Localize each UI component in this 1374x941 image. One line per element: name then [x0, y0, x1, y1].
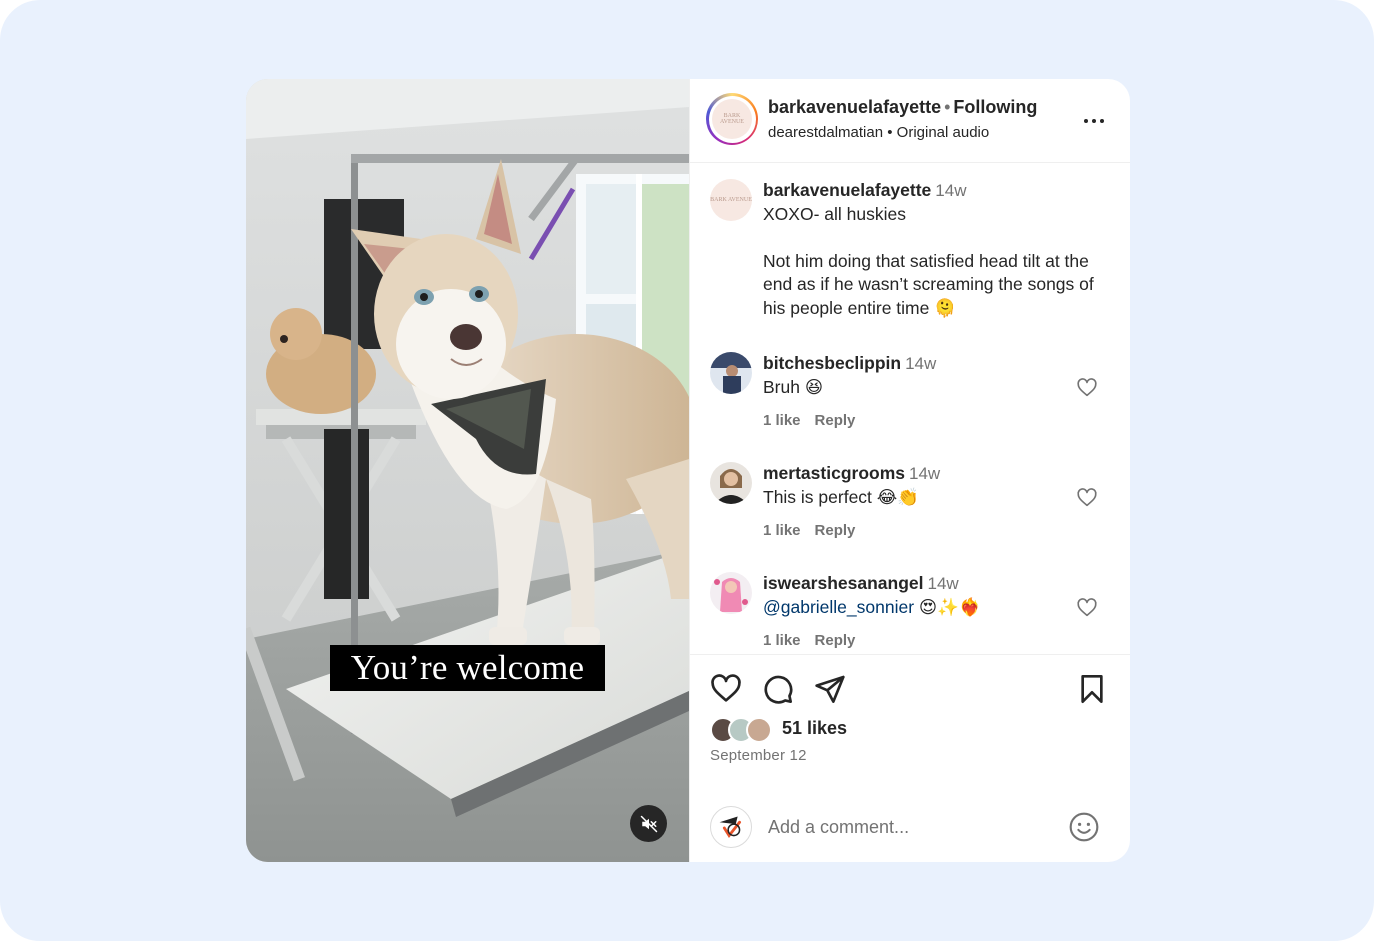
- author-username-link[interactable]: barkavenuelafayette: [768, 97, 941, 117]
- comment-likes-count[interactable]: 1 like: [763, 522, 801, 539]
- video-frame-illustration: [246, 79, 689, 862]
- post-actions: 51 likes September 12: [690, 654, 1130, 862]
- caption-time[interactable]: 14w: [935, 181, 966, 200]
- comment-item: mertasticgrooms 14w This is perfect 😂👏 1 …: [710, 462, 1120, 562]
- comment-text: Bruh 😆: [763, 376, 824, 397]
- heart-icon[interactable]: [1076, 597, 1098, 619]
- comment-reply-button[interactable]: Reply: [815, 412, 856, 429]
- caption-line-2: Not him doing that satisfied head tilt a…: [763, 250, 1094, 318]
- comment-mention-link[interactable]: @gabrielle_sonnier: [763, 597, 914, 617]
- speaker-muted-icon: [640, 815, 657, 832]
- caption-avatar-logo-text: BARK AVENUE: [710, 197, 752, 203]
- comment-likes-count[interactable]: 1 like: [763, 632, 801, 649]
- caption-line-1: XOXO- all huskies: [763, 203, 906, 224]
- header-separator: •: [944, 97, 951, 117]
- commenter-avatar[interactable]: [710, 572, 752, 614]
- comment-item: bitchesbeclippin 14w Bruh 😆 1 like Reply: [710, 352, 1120, 452]
- post-video[interactable]: You’re welcome: [246, 79, 689, 862]
- commenter-avatar[interactable]: [710, 352, 752, 394]
- bookmark-save-icon[interactable]: [1076, 673, 1108, 705]
- liker-avatar: [746, 717, 772, 743]
- comments-list[interactable]: BARK AVENUE barkavenuelafayette 14w XOXO-…: [690, 164, 1130, 654]
- comment-time[interactable]: 14w: [905, 354, 936, 373]
- comment-time[interactable]: 14w: [928, 574, 959, 593]
- comment-text: This is perfect 😂👏: [763, 486, 920, 507]
- current-user-avatar: [710, 806, 752, 848]
- caption-username[interactable]: barkavenuelafayette: [763, 180, 931, 200]
- comment-time[interactable]: 14w: [909, 464, 940, 483]
- like-heart-icon[interactable]: [710, 673, 742, 705]
- post-modal: You’re welcome BARK AVENUE barkavenuelaf…: [246, 79, 1130, 862]
- author-username-line: barkavenuelafayette • Following: [768, 97, 1037, 118]
- author-avatar: BARK AVENUE: [712, 99, 752, 139]
- caption-author-avatar[interactable]: BARK AVENUE: [710, 179, 752, 221]
- heart-icon[interactable]: [1076, 487, 1098, 509]
- avatar-logo-text: BARK AVENUE: [720, 113, 744, 125]
- commenter-avatar[interactable]: [710, 462, 752, 504]
- comment-reply-button[interactable]: Reply: [815, 632, 856, 649]
- comment-username[interactable]: iswearshesanangel: [763, 573, 924, 593]
- heart-icon[interactable]: [1076, 377, 1098, 399]
- more-options-icon[interactable]: [1082, 109, 1106, 133]
- author-avatar-story-ring[interactable]: BARK AVENUE: [706, 93, 758, 145]
- likes-count[interactable]: 51 likes: [782, 718, 847, 739]
- liker-avatars[interactable]: [710, 717, 780, 743]
- comment-username[interactable]: mertasticgrooms: [763, 463, 905, 483]
- video-caption-overlay: You’re welcome: [330, 645, 605, 691]
- post-header: BARK AVENUE barkavenuelafayette • Followin…: [690, 79, 1130, 163]
- comment-composer: [690, 790, 1130, 862]
- comment-likes-count[interactable]: 1 like: [763, 412, 801, 429]
- emoji-smiley-icon[interactable]: [1068, 811, 1100, 843]
- comment-text: 😍✨❤️‍🔥: [914, 596, 981, 617]
- post-side-panel: BARK AVENUE barkavenuelafayette • Followin…: [689, 79, 1130, 862]
- post-date[interactable]: September 12: [710, 747, 807, 764]
- comment-username[interactable]: bitchesbeclippin: [763, 353, 901, 373]
- following-button[interactable]: Following: [953, 97, 1037, 117]
- comment-reply-button[interactable]: Reply: [815, 522, 856, 539]
- comment-item: iswearshesanangel 14w @gabrielle_sonnier …: [710, 572, 1120, 654]
- share-send-icon[interactable]: [814, 673, 846, 705]
- audio-attribution-link[interactable]: dearestdalmatian • Original audio: [768, 124, 989, 141]
- add-comment-input[interactable]: [768, 812, 1048, 842]
- mute-toggle-button[interactable]: [630, 805, 667, 842]
- comment-bubble-icon[interactable]: [762, 673, 794, 705]
